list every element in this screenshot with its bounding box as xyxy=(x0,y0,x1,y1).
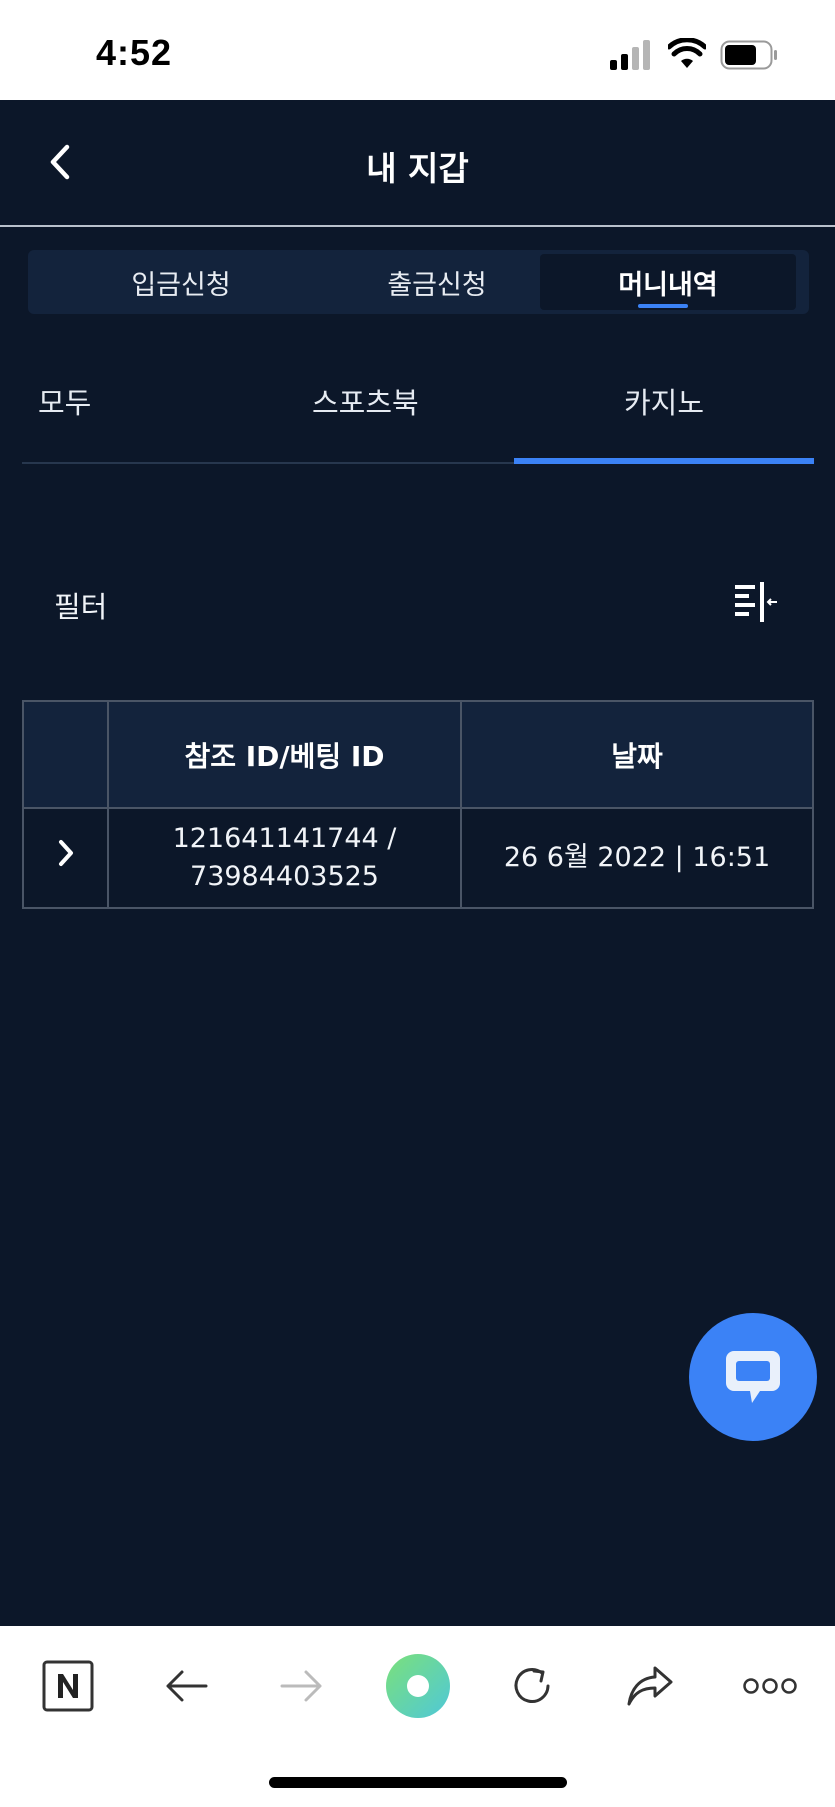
table-header-row: 참조 ID/베팅 ID 날짜 xyxy=(22,700,814,809)
filter-icon xyxy=(735,582,777,622)
tab-all[interactable]: 모두 xyxy=(38,380,91,422)
tab-withdraw-request[interactable]: 출금신청 xyxy=(309,254,565,310)
filter-label: 필터 xyxy=(54,590,108,624)
bet-id-value: 73984403525 xyxy=(190,861,379,892)
reload-icon xyxy=(514,1668,550,1703)
chat-button[interactable] xyxy=(689,1313,817,1441)
naver-icon xyxy=(42,1660,94,1712)
header-ref-id: 참조 ID/베팅 ID xyxy=(107,700,462,809)
header-expand xyxy=(22,700,109,809)
battery-icon xyxy=(720,40,777,70)
segment-tabs: 입금신청 출금신청 머니내역 xyxy=(28,250,809,314)
ref-id-value: 121641141744 / xyxy=(172,823,397,854)
date-cell: 26 6월 2022 | 16:51 xyxy=(460,807,814,909)
browser-forward-button[interactable] xyxy=(272,1656,332,1716)
transactions-table: 참조 ID/베팅 ID 날짜 121641141744 / 7398440352… xyxy=(22,700,814,909)
more-icon xyxy=(743,1678,797,1694)
tab-casino[interactable]: 카지노 xyxy=(624,380,704,422)
chat-icon xyxy=(726,1351,780,1403)
browser-home-icon xyxy=(386,1654,450,1718)
browser-back-button[interactable] xyxy=(156,1656,216,1716)
status-time: 4:52 xyxy=(96,32,173,73)
status-bar: 4:52 xyxy=(0,0,835,100)
table-row[interactable]: 121641141744 / 73984403525 26 6월 2022 | … xyxy=(22,807,814,909)
expand-row-button[interactable] xyxy=(22,807,109,909)
header-date: 날짜 xyxy=(460,700,814,809)
active-tab-indicator xyxy=(514,458,814,464)
app-header: 내 지갑 xyxy=(0,100,835,227)
ref-id-cell: 121641141744 / 73984403525 xyxy=(107,807,462,909)
more-button[interactable] xyxy=(735,1656,805,1716)
wifi-icon xyxy=(668,38,706,68)
chevron-right-icon xyxy=(58,839,73,866)
share-icon xyxy=(627,1666,673,1706)
tab-money-history[interactable]: 머니내역 xyxy=(540,254,796,310)
share-button[interactable] xyxy=(620,1656,680,1716)
naver-button[interactable] xyxy=(38,1656,98,1716)
signal-icon xyxy=(610,40,654,70)
browser-toolbar xyxy=(0,1626,835,1807)
reload-button[interactable] xyxy=(502,1656,562,1716)
category-tabs: 모두 스포츠북 카지노 xyxy=(22,350,814,464)
browser-back-icon xyxy=(166,1670,208,1702)
filter-button[interactable] xyxy=(730,576,782,628)
tab-deposit-request[interactable]: 입금신청 xyxy=(53,254,309,310)
tab-sportsbook[interactable]: 스포츠북 xyxy=(312,380,419,422)
page-title: 내 지갑 xyxy=(366,149,469,188)
home-indicator xyxy=(269,1777,567,1788)
browser-forward-icon xyxy=(280,1670,322,1702)
browser-home-button[interactable] xyxy=(385,1653,451,1719)
